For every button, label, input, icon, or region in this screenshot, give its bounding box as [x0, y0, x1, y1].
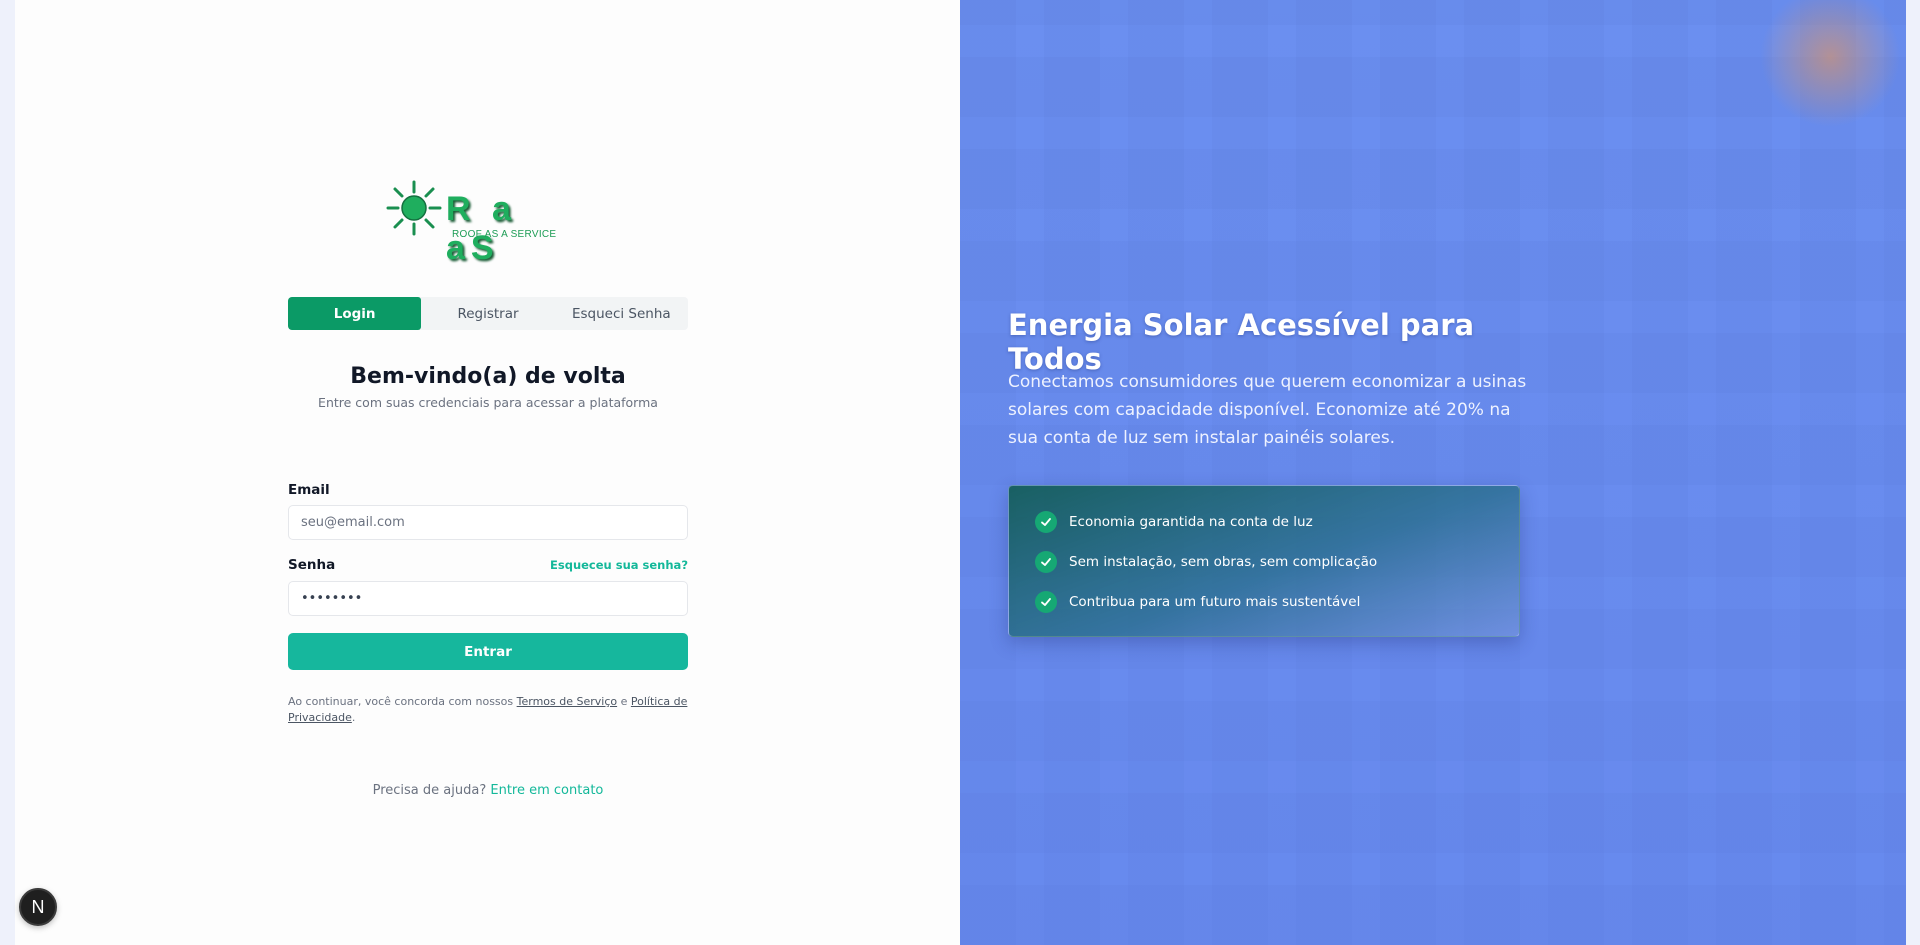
welcome-title: Bem-vindo(a) de volta [350, 364, 626, 389]
email-label: Email [288, 482, 330, 498]
email-field[interactable] [288, 505, 688, 540]
benefit-item: Economia garantida na conta de luz [1035, 510, 1313, 534]
terms-suffix: . [351, 711, 356, 724]
login-panel [15, 0, 960, 945]
help-question: Precisa de ajuda? [372, 783, 487, 798]
check-icon [1035, 591, 1057, 613]
terms-notice: Ao continuar, você concorda com nossos T… [288, 694, 688, 726]
password-label: Senha [288, 557, 336, 573]
tab-forgot-password[interactable]: Esqueci Senha [555, 297, 688, 330]
dev-tools-badge[interactable]: N [19, 888, 57, 926]
benefits-card: Economia garantida na conta de luz Sem i… [1008, 485, 1520, 637]
password-field[interactable] [288, 581, 688, 616]
right-edge-strip [1906, 0, 1920, 945]
hero-title: Energia Solar Acessível para Todos [1008, 308, 1475, 376]
forgot-password-link[interactable]: Esqueceu sua senha? [540, 558, 688, 572]
benefit-text: Sem instalação, sem obras, sem complicaç… [1069, 554, 1378, 570]
raas-logo: R a aS ROOF AS A SERVICE [386, 180, 566, 267]
contact-link[interactable]: Entre em contato [490, 783, 603, 798]
hero-description: Conectamos consumidores que querem econo… [1008, 372, 1527, 448]
check-icon [1035, 551, 1057, 573]
terms-of-service-link[interactable]: Termos de Serviço [517, 695, 617, 708]
tab-register[interactable]: Registrar [421, 297, 554, 330]
left-edge-strip [0, 0, 15, 945]
login-submit-button[interactable]: Entrar [288, 633, 688, 670]
benefit-text: Economia garantida na conta de luz [1069, 514, 1313, 530]
check-icon [1035, 511, 1057, 533]
help-text: Precisa de ajuda? Entre em contato [288, 783, 688, 798]
terms-conjunction: e [620, 695, 628, 708]
benefit-item: Contribua para um futuro mais sustentáve… [1035, 590, 1360, 614]
sun-icon [386, 180, 442, 236]
benefit-text: Contribua para um futuro mais sustentáve… [1069, 594, 1361, 610]
terms-prefix: Ao continuar, você concorda com nossos [288, 695, 514, 708]
tab-login[interactable]: Login [288, 297, 422, 330]
welcome-subtitle: Entre com suas credenciais para acessar … [318, 395, 658, 410]
hero-panel [960, 0, 1906, 945]
logo-tagline: ROOF AS A SERVICE [452, 229, 557, 240]
auth-tabs: Login Registrar Esqueci Senha [288, 297, 688, 330]
benefit-item: Sem instalação, sem obras, sem complicaç… [1035, 550, 1377, 574]
